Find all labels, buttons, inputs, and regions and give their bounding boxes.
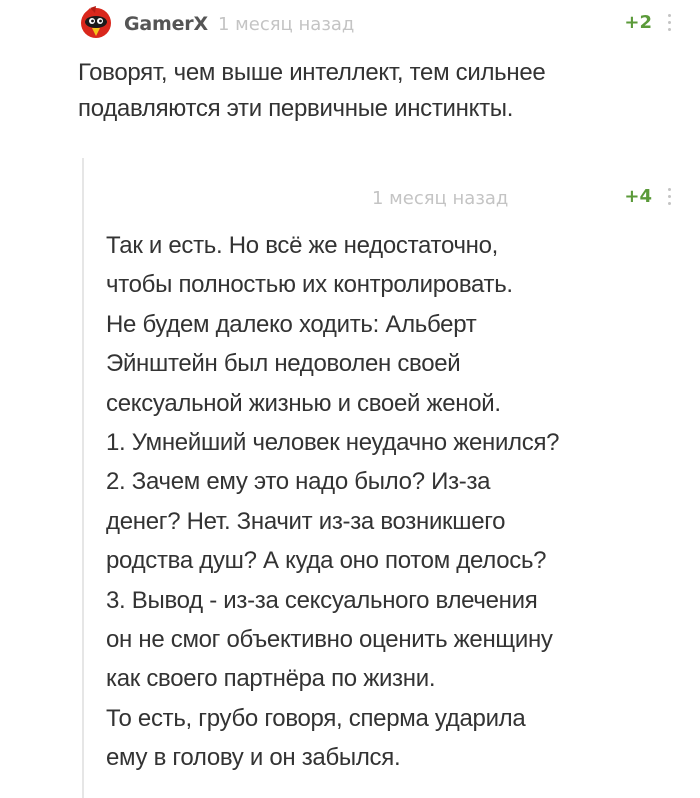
reply-line: То есть, грубо говоря, сперма ударила (106, 704, 526, 732)
comment-time[interactable]: 1 месяц назад (218, 14, 354, 35)
comment-author[interactable]: GamerX (124, 13, 208, 35)
thread-line[interactable] (82, 158, 84, 798)
reply-line: родства душ? А куда оно потом делось? (106, 547, 547, 575)
reply-line: Так и есть. Но всё же недостаточно, (106, 232, 499, 259)
reply-text: Так и есть. Но всё же недостаточно, чтоб… (106, 226, 691, 778)
reply-time[interactable]: 1 месяц назад (372, 188, 508, 209)
avatar[interactable] (78, 4, 114, 40)
reply-line: 2. Зачем ему это надо было? Из-за (106, 468, 491, 496)
reply-line: Эйнштейн был недоволен своей (106, 350, 461, 378)
reply-line: как своего партнёра по жизни. (106, 665, 436, 693)
comment-header: GamerX 1 месяц назад +2 (78, 4, 678, 40)
reply-line: он не смог объективно оценить женщину (106, 626, 553, 654)
comment-rating: +2 (624, 12, 652, 33)
reply-line: Не будем далеко ходить: Альберт (106, 310, 477, 338)
reply-more-options-icon[interactable] (668, 188, 672, 208)
reply-line: 3. Вывод - из-за сексуального влечения (106, 586, 538, 614)
reply-header: 1 месяц назад +4 (104, 182, 678, 218)
comment-text: Говорят, чем выше интеллект, тем сильнее… (78, 59, 546, 122)
reply-line: 1. Умнейший человек неудачно женился? (106, 429, 560, 457)
reply-rating: +4 (624, 186, 652, 207)
reply-line: сексуальной жизнью и своей женой. (106, 389, 501, 417)
reply-line: ему в голову и он забылся. (106, 744, 401, 772)
reply-line: чтобы полностью их контролировать. (106, 271, 513, 299)
more-options-icon[interactable] (668, 14, 672, 34)
reply-line: денег? Нет. Значит из-за возникшего (106, 507, 506, 535)
